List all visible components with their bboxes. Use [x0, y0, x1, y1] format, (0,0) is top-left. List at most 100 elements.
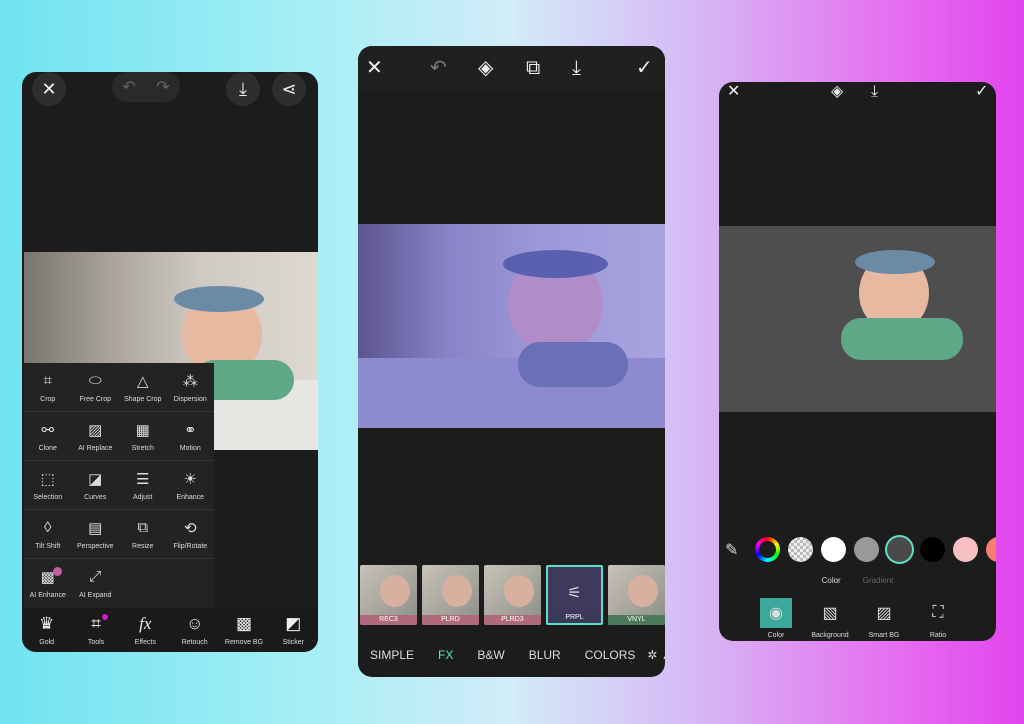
transparent-swatch[interactable] — [788, 537, 813, 562]
tab-gradient[interactable]: Gradient — [863, 576, 894, 585]
tool-smart-bg[interactable]: ▨ Smart BG — [857, 598, 911, 639]
filter-thumb[interactable]: REC3 — [360, 565, 417, 625]
undo-icon[interactable]: ↶ — [122, 77, 135, 97]
nav-remove-bg[interactable]: ▩ Remove BG — [219, 608, 268, 652]
tool-ratio[interactable]: ⛶ Ratio — [911, 598, 965, 639]
tool-background[interactable]: ▧ Background — [803, 598, 857, 639]
tool-perspective[interactable]: ▤ Perspective — [71, 510, 119, 559]
expand-icon: ⤢ — [89, 568, 102, 585]
crop-icon: ⌗ — [43, 371, 52, 389]
tool-ai-expand[interactable]: ⤢ AI Expand — [72, 559, 120, 608]
tool-crop[interactable]: ⌗ Crop — [24, 363, 72, 412]
nav-tools[interactable]: ⌗ Tools — [71, 608, 120, 652]
filter-label: REC3 — [360, 615, 417, 625]
hatch-icon: ▧ — [822, 605, 838, 622]
ai-replace-icon: ▨ — [88, 421, 103, 439]
tab-colors[interactable]: COLORS — [573, 648, 648, 662]
ai-image-icon: ▨ — [876, 605, 892, 622]
swatch[interactable] — [986, 537, 996, 562]
tool-resize[interactable]: ⧉ Resize — [119, 510, 167, 559]
filter-thumb[interactable]: VNYL — [608, 565, 665, 625]
check-icon[interactable]: ✓ — [975, 84, 988, 100]
tool-free-crop[interactable]: ⬭ Free Crop — [71, 363, 119, 412]
color-swatches: ✎ — [725, 537, 996, 562]
ratio-icon: ⛶ — [932, 604, 944, 621]
tool-stretch[interactable]: ▦ Stretch — [119, 412, 167, 461]
cutout-photo — [719, 226, 996, 412]
eraser-icon[interactable]: ◈ — [831, 84, 843, 100]
close-icon[interactable]: ✕ — [32, 72, 66, 106]
tool-curves[interactable]: ◪ Curves — [71, 461, 119, 510]
nav-retouch[interactable]: ☺ Retouch — [170, 608, 219, 652]
notification-dot — [102, 614, 109, 620]
tool-selection[interactable]: ⬚ Selection — [24, 461, 72, 510]
nav-sticker[interactable]: ◩ Sticker — [269, 608, 318, 652]
free-crop-icon: ⬭ — [88, 371, 102, 389]
crown-icon: ♛ — [39, 614, 55, 633]
perspective-icon: ▤ — [88, 519, 103, 537]
nav-effects[interactable]: fx Effects — [121, 608, 170, 652]
eraser-icon[interactable]: ◈ — [478, 58, 493, 78]
sparkle-icon: ✲ — [647, 648, 658, 662]
filter-thumb[interactable]: PLRD3 — [483, 565, 541, 625]
tab-simple[interactable]: SIMPLE — [358, 648, 426, 662]
filter-label: PRPL — [547, 613, 602, 623]
nav-gold[interactable]: ♛ Gold — [22, 608, 71, 652]
resize-icon: ⧉ — [137, 518, 149, 536]
fx-icon: fx — [139, 614, 152, 633]
filtered-photo — [358, 224, 665, 428]
filter-thumb[interactable]: PLRD — [421, 565, 479, 625]
adjust-icon: ☰ — [136, 470, 150, 488]
crop-icon: ⌗ — [91, 614, 101, 633]
close-icon[interactable]: ✕ — [366, 58, 383, 78]
category-tabs: SIMPLEFXB&WBLURCOLORS✲A — [358, 640, 665, 670]
tool-ai-replace[interactable]: ▨ AI Replace — [71, 412, 119, 461]
checker-icon: ▩ — [235, 614, 252, 633]
triangle-icon: △ — [136, 372, 149, 390]
tool-adjust[interactable]: ☰ Adjust — [119, 461, 167, 510]
tool-ai-enhance[interactable]: ▩ AI Enhance — [24, 559, 72, 608]
tool-tilt-shift[interactable]: ◊ Tilt Shift — [24, 510, 72, 559]
tool-shape-crop[interactable]: △ Shape Crop — [119, 363, 167, 412]
tool-dispersion[interactable]: ⁂ Dispersion — [166, 363, 214, 412]
swatch[interactable] — [953, 537, 978, 562]
filter-label: PLRD — [421, 615, 479, 625]
compare-icon[interactable]: ⧉ — [526, 58, 540, 78]
flip-rotate-icon: ⟲ — [183, 519, 197, 537]
share-icon[interactable]: ⋖ — [272, 72, 306, 106]
download-icon[interactable]: ⤓ — [871, 84, 878, 100]
undo-icon[interactable]: ↶ — [430, 58, 447, 78]
tool-color[interactable]: ◉ Color — [749, 598, 803, 639]
tab-bw[interactable]: B&W — [465, 648, 516, 662]
enhance-icon: ☀ — [183, 470, 197, 488]
sliders-icon: ⚟ — [567, 585, 582, 602]
tools-panel: ⌗ Crop ⬭ Free Crop △ Shape Crop ⁂ Dispersion… — [24, 363, 214, 608]
download-icon[interactable]: ⤓ — [572, 58, 581, 78]
swatch[interactable] — [887, 537, 912, 562]
swatch[interactable] — [854, 537, 879, 562]
effects-editor-screen: ✕ ↶ ◈ ⧉ ⤓ ✓ REC3 PLRD PLRD3 ⚟ PRPL VNYL SIMPL… — [358, 46, 665, 677]
tool-motion[interactable]: ⚭ Motion — [166, 412, 214, 461]
tool-flip-rotate[interactable]: ⟲ Flip/Rotate — [166, 510, 214, 559]
tool-clone[interactable]: ⚯ Clone — [24, 412, 72, 461]
download-icon[interactable]: ⤓ — [226, 72, 260, 106]
tab-fx[interactable]: FX — [426, 648, 465, 662]
bottom-toolbar: ♛ Gold ⌗ Tools fx Effects ☺ Retouch ▩ Remove … — [22, 608, 318, 652]
retouch-face-icon: ☺ — [185, 614, 204, 633]
color-wheel-swatch[interactable] — [755, 537, 780, 562]
swatch[interactable] — [821, 537, 846, 562]
tab-blur[interactable]: BLUR — [517, 648, 573, 662]
selection-icon: ⬚ — [40, 470, 55, 488]
swatch[interactable] — [920, 537, 945, 562]
undo-redo-group: ↶ ↷ — [112, 72, 180, 102]
tab-ai[interactable]: A — [659, 648, 665, 662]
filter-thumb[interactable]: ⚟ PRPL — [545, 565, 604, 625]
close-icon[interactable]: ✕ — [727, 84, 740, 100]
tab-color[interactable]: Color — [822, 576, 841, 585]
tool-enhance[interactable]: ☀ Enhance — [166, 461, 214, 510]
check-icon[interactable]: ✓ — [636, 58, 653, 78]
redo-icon[interactable]: ↷ — [156, 77, 169, 97]
clone-icon: ⚯ — [41, 421, 55, 439]
eyedropper-icon[interactable]: ✎ — [725, 540, 747, 560]
dispersion-icon: ⁂ — [182, 372, 198, 390]
